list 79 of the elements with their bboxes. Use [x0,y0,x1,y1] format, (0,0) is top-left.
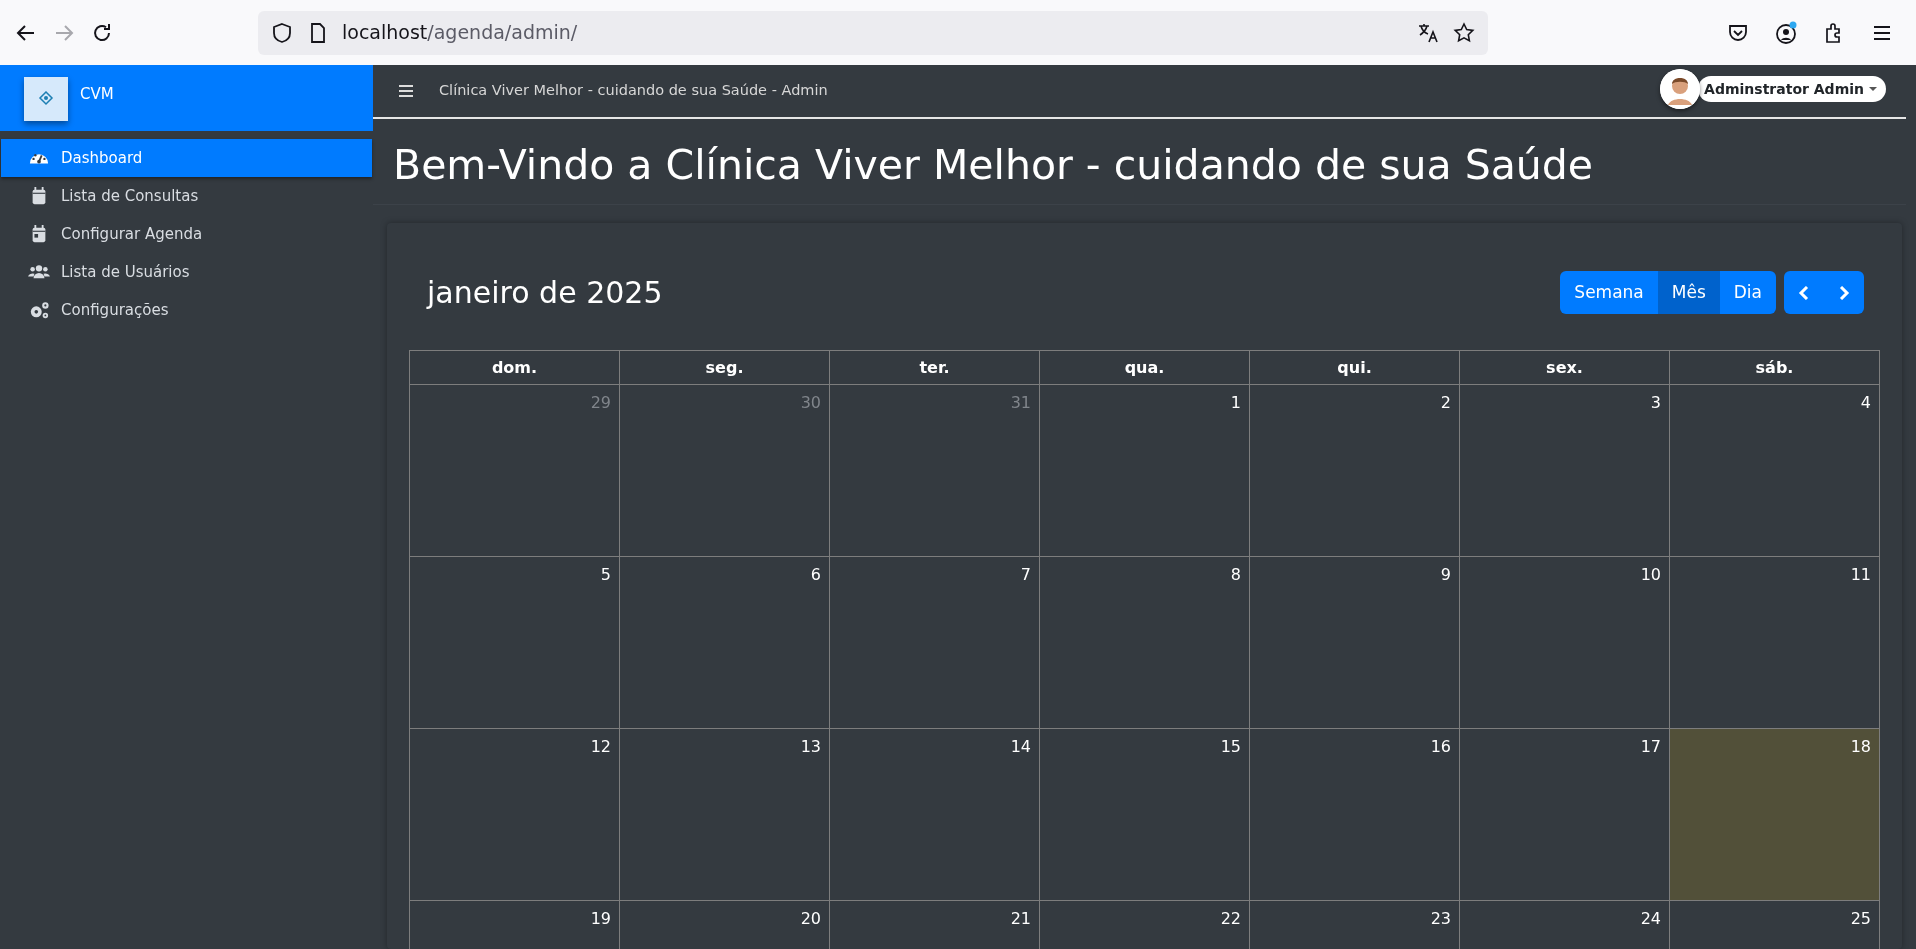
chevron-right-icon [1838,285,1850,300]
page-heading: Bem-Vindo a Clínica Viver Melhor - cuidando de sua Saúde [393,141,1595,191]
calendar-title: janeiro de 2025 [427,274,663,311]
day-number: 24 [1640,909,1661,929]
day-number: 1 [1230,393,1241,413]
day-cell[interactable]: 7 [829,556,1040,729]
account-icon[interactable] [1774,20,1798,45]
day-number: 8 [1230,565,1241,585]
day-number: 3 [1650,393,1661,413]
day-cell[interactable]: 17 [1459,728,1670,901]
sidebar-item[interactable]: Configurações [1,291,372,329]
weekday-header: seg. [619,350,830,385]
address-bar[interactable]: localhost/agenda/admin/ [258,10,1488,55]
day-number: 14 [1010,737,1031,757]
day-cell[interactable]: 8 [1039,556,1250,729]
day-cell[interactable]: 12 [409,728,620,901]
day-number: 11 [1850,565,1871,585]
day-number: 4 [1860,393,1871,413]
day-number: 22 [1220,909,1241,929]
weekday-header: sáb. [1669,350,1880,385]
view-button[interactable]: Dia [1719,271,1776,315]
avatar-icon [1660,69,1701,109]
day-number: 5 [600,565,611,585]
day-cell[interactable]: 18 [1669,728,1880,901]
day-cell[interactable]: 19 [409,900,620,949]
day-number: 2 [1440,393,1451,413]
next-button[interactable] [1824,271,1864,315]
shield-icon[interactable] [270,20,294,45]
weekday-header: ter. [829,350,1040,385]
sidebar-item[interactable]: Dashboard [1,139,372,177]
app-title: Clínica Viver Melhor - cuidando de sua Saúde - Admin [439,81,828,101]
brand-name[interactable]: CVM [80,77,114,106]
menu-icon[interactable] [399,84,413,98]
url-text: localhost/agenda/admin/ [342,20,579,46]
day-number: 20 [800,909,821,929]
caret-icon[interactable] [1868,84,1878,94]
day-number: 30 [800,393,821,413]
day-cell[interactable]: 2 [1249,384,1460,557]
day-cell[interactable]: 10 [1459,556,1670,729]
weekday-header: dom. [409,350,620,385]
day-number: 31 [1010,393,1031,413]
day-cell[interactable]: 16 [1249,728,1460,901]
day-number: 23 [1430,909,1451,929]
day-number: 16 [1430,737,1451,757]
day-number: 10 [1640,565,1661,585]
day-cell[interactable]: 3 [1459,384,1670,557]
day-cell[interactable]: 4 [1669,384,1880,557]
day-cell[interactable]: 13 [619,728,830,901]
day-cell[interactable]: 11 [1669,556,1880,729]
day-number: 29 [590,393,611,413]
day-cell[interactable]: 15 [1039,728,1250,901]
sidebar-item[interactable]: Lista de Usuários [1,253,372,291]
sidebar-item[interactable]: Lista de Consultas [1,177,372,215]
weekday-header: qua. [1039,350,1250,385]
day-cell[interactable]: 6 [619,556,830,729]
view-button[interactable]: Semana [1560,271,1658,315]
day-number: 18 [1850,737,1871,757]
sidebar-item[interactable]: Configurar Agenda [1,215,372,253]
weekday-header: qui. [1249,350,1460,385]
previous-button[interactable] [1784,271,1824,315]
day-cell[interactable]: 9 [1249,556,1460,729]
view-button[interactable]: Mês [1657,271,1720,315]
day-number: 21 [1010,909,1031,929]
day-cell[interactable]: 14 [829,728,1040,901]
day-cell[interactable]: 5 [409,556,620,729]
day-number: 17 [1640,737,1661,757]
day-number: 12 [590,737,611,757]
user-menu[interactable]: Adminstrator Admin [1698,76,1886,102]
day-number: 13 [800,737,821,757]
day-number: 9 [1440,565,1451,585]
star-icon[interactable] [1452,20,1476,45]
weekday-header: sex. [1459,350,1670,385]
day-cell[interactable]: 1 [1039,384,1250,557]
day-number: 25 [1850,909,1871,929]
day-number: 7 [1020,565,1031,585]
day-number: 6 [810,565,821,585]
day-number: 19 [590,909,611,929]
day-number: 15 [1220,737,1241,757]
chevron-left-icon [1798,285,1810,300]
